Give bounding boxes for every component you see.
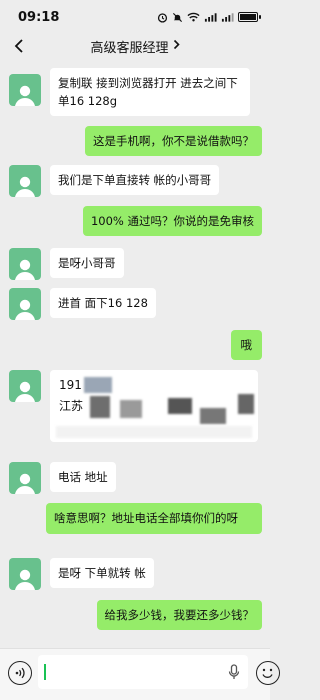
message-incoming: 是呀 下单就转 帐 <box>9 558 154 590</box>
message-bubble[interactable]: 100% 通过吗？你说的是免审核 <box>82 206 262 236</box>
avatar[interactable] <box>9 558 41 590</box>
message-incoming: 我们是下单直接转 帐的小哥哥 <box>9 165 220 197</box>
message-bubble[interactable]: 这是手机啊，你不是说借款吗？ <box>85 126 262 156</box>
chat-title: 高级客服经理 <box>90 41 169 56</box>
redaction-block <box>168 398 192 414</box>
avatar[interactable] <box>9 370 41 402</box>
message-incoming: 电话 地址 <box>9 462 116 494</box>
message-bubble[interactable]: 进首 面下16 128 <box>50 288 156 318</box>
status-time: 09:18 <box>18 9 60 25</box>
wifi-icon <box>187 12 200 22</box>
mute-icon <box>172 12 183 23</box>
message-outgoing: 这是手机啊，你不是说借款吗？ <box>85 126 262 156</box>
redaction-block <box>200 408 226 424</box>
message-bubble[interactable]: 复制联 接到浏览器打开 进去之间下单16 128g <box>50 68 250 116</box>
message-outgoing: 100% 通过吗？你说的是免审核 <box>82 206 262 236</box>
message-incoming: 是呀小哥哥 <box>9 248 124 280</box>
emoji-icon <box>262 668 273 678</box>
message-bubble[interactable]: 电话 地址 <box>50 462 116 492</box>
redaction-block <box>120 400 142 418</box>
battery-icon <box>238 12 261 22</box>
signal-icon <box>204 12 217 22</box>
microphone-icon[interactable] <box>228 664 240 684</box>
message-incoming-card: 191 江苏 <box>9 370 258 442</box>
avatar[interactable] <box>9 248 41 280</box>
message-bubble[interactable]: 是呀 下单就转 帐 <box>50 558 154 588</box>
contact-card[interactable]: 191 江苏 <box>50 370 258 442</box>
emoji-button[interactable] <box>256 661 280 685</box>
alarm-icon <box>157 12 168 23</box>
input-bar <box>0 648 280 700</box>
avatar[interactable] <box>9 288 41 320</box>
voice-button[interactable] <box>8 661 32 685</box>
message-outgoing: 哦 <box>230 330 262 360</box>
signal-icon-2 <box>221 12 234 22</box>
redaction-block <box>56 426 252 438</box>
message-bubble[interactable]: 给我多少钱，我要还多少钱？ <box>96 600 262 630</box>
message-input[interactable] <box>38 655 248 689</box>
text-cursor <box>44 664 46 680</box>
message-bubble[interactable]: 啥意思啊？地址电话全部填你们的呀 <box>46 503 262 534</box>
avatar[interactable] <box>9 462 41 494</box>
message-bubble[interactable]: 哦 <box>230 330 262 360</box>
card-line-2: 江苏 <box>59 399 84 413</box>
redaction-block <box>84 377 112 393</box>
avatar[interactable] <box>9 165 41 197</box>
card-line-1: 191 <box>59 378 82 392</box>
redaction-block <box>238 394 254 414</box>
message-bubble[interactable]: 我们是下单直接转 帐的小哥哥 <box>50 165 220 195</box>
avatar[interactable] <box>9 74 41 106</box>
chevron-right-icon <box>173 39 180 54</box>
chat-title-bar[interactable]: 高级客服经理 <box>0 37 270 56</box>
nav-bar: 高级客服经理 <box>0 34 270 60</box>
message-incoming: 复制联 接到浏览器打开 进去之间下单16 128g <box>9 68 250 116</box>
voice-icon <box>15 667 25 679</box>
status-bar: 09:18 <box>0 0 270 34</box>
message-bubble[interactable]: 是呀小哥哥 <box>50 248 124 278</box>
status-icons <box>157 12 261 23</box>
message-outgoing: 啥意思啊？地址电话全部填你们的呀 <box>46 503 262 534</box>
redaction-block <box>90 396 110 418</box>
message-incoming: 进首 面下16 128 <box>9 288 156 320</box>
message-outgoing: 给我多少钱，我要还多少钱？ <box>96 600 262 630</box>
